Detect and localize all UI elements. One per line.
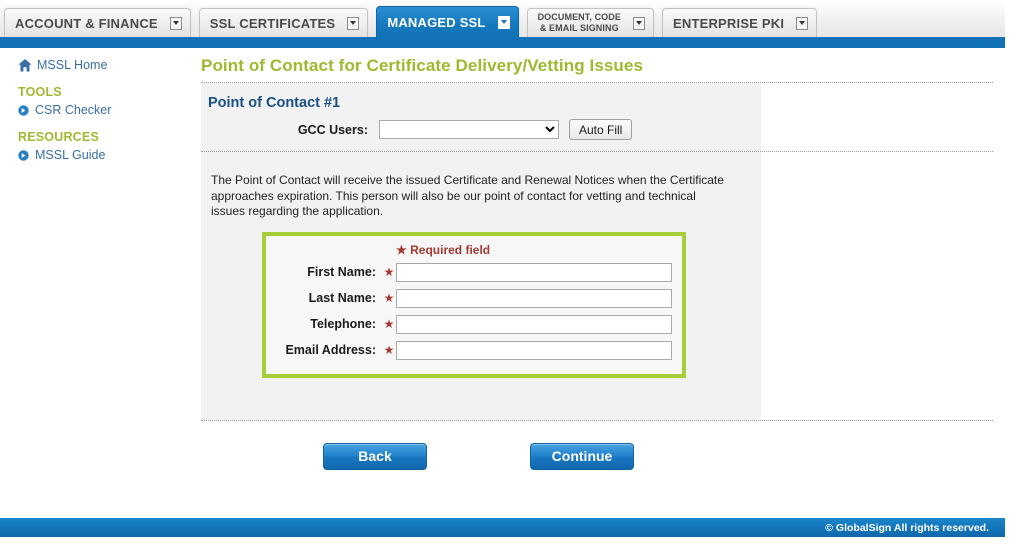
sidebar-item-csr-checker[interactable]: CSR Checker — [0, 100, 195, 120]
sidebar-item-mssl-guide[interactable]: MSSL Guide — [0, 145, 195, 165]
required-field-label: Required field — [410, 242, 491, 257]
home-icon — [18, 58, 32, 71]
contact-description: The Point of Contact will receive the is… — [211, 173, 724, 218]
required-star-icon: ★ — [383, 343, 395, 357]
sidebar-heading-resources: RESOURCES — [18, 130, 99, 144]
contact-header-panel: Point of Contact #1 GCC Users: Auto Fill — [201, 83, 761, 151]
arrow-circle-icon — [18, 149, 29, 161]
sidebar-item-label: MSSL Guide — [35, 148, 106, 162]
button-spacer — [427, 443, 530, 470]
required-fields-box: ★ Required field First Name: ★ Last Name… — [262, 231, 686, 378]
gcc-users-label: GCC Users: — [297, 122, 368, 137]
telephone-label: Telephone: — [310, 317, 376, 331]
required-star-icon: ★ — [396, 242, 407, 257]
email-address-input[interactable] — [396, 340, 672, 360]
last-name-label: Last Name: — [308, 291, 376, 305]
arrow-circle-icon — [18, 104, 29, 116]
tab-ssl-certificates[interactable]: SSL CERTIFICATES — [198, 8, 369, 37]
tab-label: ENTERPRISE PKI — [672, 15, 785, 31]
sidebar-item-label: MSSL Home — [37, 58, 108, 72]
tab-enterprise-pki[interactable]: ENTERPRISE PKI — [661, 8, 818, 37]
tab-account-finance[interactable]: ACCOUNT & FINANCE — [4, 8, 191, 37]
contact-form-panel: The Point of Contact will receive the is… — [201, 152, 761, 420]
telephone-input[interactable] — [396, 314, 672, 334]
sidebar-item-mssl-home[interactable]: MSSL Home — [0, 55, 195, 75]
continue-button[interactable]: Continue — [530, 442, 634, 470]
page-footer: © GlobalSign All rights reserved. — [0, 518, 1005, 537]
tab-label: DOCUMENT, CODE & EMAIL SIGNING — [537, 12, 621, 33]
dropdown-arrow-icon[interactable] — [347, 16, 360, 30]
tab-label: ACCOUNT & FINANCE — [15, 15, 158, 31]
tab-document-code-email-signing[interactable]: DOCUMENT, CODE & EMAIL SIGNING — [526, 8, 654, 37]
last-name-input[interactable] — [396, 288, 672, 308]
sidebar: MSSL Home TOOLS CSR Checker RESOURCES MS… — [0, 55, 195, 165]
required-star-icon: ★ — [383, 291, 395, 305]
dropdown-arrow-icon[interactable] — [632, 16, 645, 30]
email-address-label: Email Address: — [285, 343, 376, 357]
brand-accent-bar — [0, 37, 1005, 48]
page-title: Point of Contact for Certificate Deliver… — [201, 56, 644, 75]
auto-fill-button[interactable]: Auto Fill — [569, 119, 633, 140]
field-row-telephone: Telephone: ★ — [266, 314, 682, 334]
dropdown-arrow-icon[interactable] — [796, 16, 809, 30]
tab-managed-ssl[interactable]: MANAGED SSL — [376, 6, 519, 37]
section-title: Point of Contact #1 — [208, 95, 341, 111]
dropdown-arrow-icon[interactable] — [169, 16, 182, 30]
primary-tab-bar: ACCOUNT & FINANCE SSL CERTIFICATES MANAG… — [0, 0, 1005, 37]
tab-label: MANAGED SSL — [387, 14, 486, 30]
form-actions: Back Continue — [195, 442, 1005, 470]
main-content: Point of Contact for Certificate Deliver… — [195, 48, 1005, 470]
divider-bottom — [201, 419, 993, 421]
gcc-users-row: GCC Users: Auto Fill — [201, 119, 761, 151]
gcc-users-select[interactable] — [379, 120, 559, 139]
field-row-first-name: First Name: ★ — [266, 262, 682, 282]
panel-spacer — [201, 378, 761, 420]
sidebar-item-label: CSR Checker — [35, 103, 112, 117]
required-star-icon: ★ — [383, 317, 395, 331]
first-name-label: First Name: — [307, 265, 376, 279]
first-name-input[interactable] — [396, 262, 672, 282]
sidebar-heading-tools: TOOLS — [18, 85, 62, 99]
required-field-note: ★ Required field — [266, 243, 682, 263]
back-button[interactable]: Back — [323, 442, 427, 470]
dropdown-arrow-icon[interactable] — [497, 15, 510, 29]
field-row-last-name: Last Name: ★ — [266, 288, 682, 308]
copyright-text: © GlobalSign All rights reserved. — [825, 521, 989, 534]
field-row-email-address: Email Address: ★ — [266, 340, 682, 360]
required-star-icon: ★ — [383, 265, 395, 279]
tab-label: SSL CERTIFICATES — [209, 15, 336, 31]
